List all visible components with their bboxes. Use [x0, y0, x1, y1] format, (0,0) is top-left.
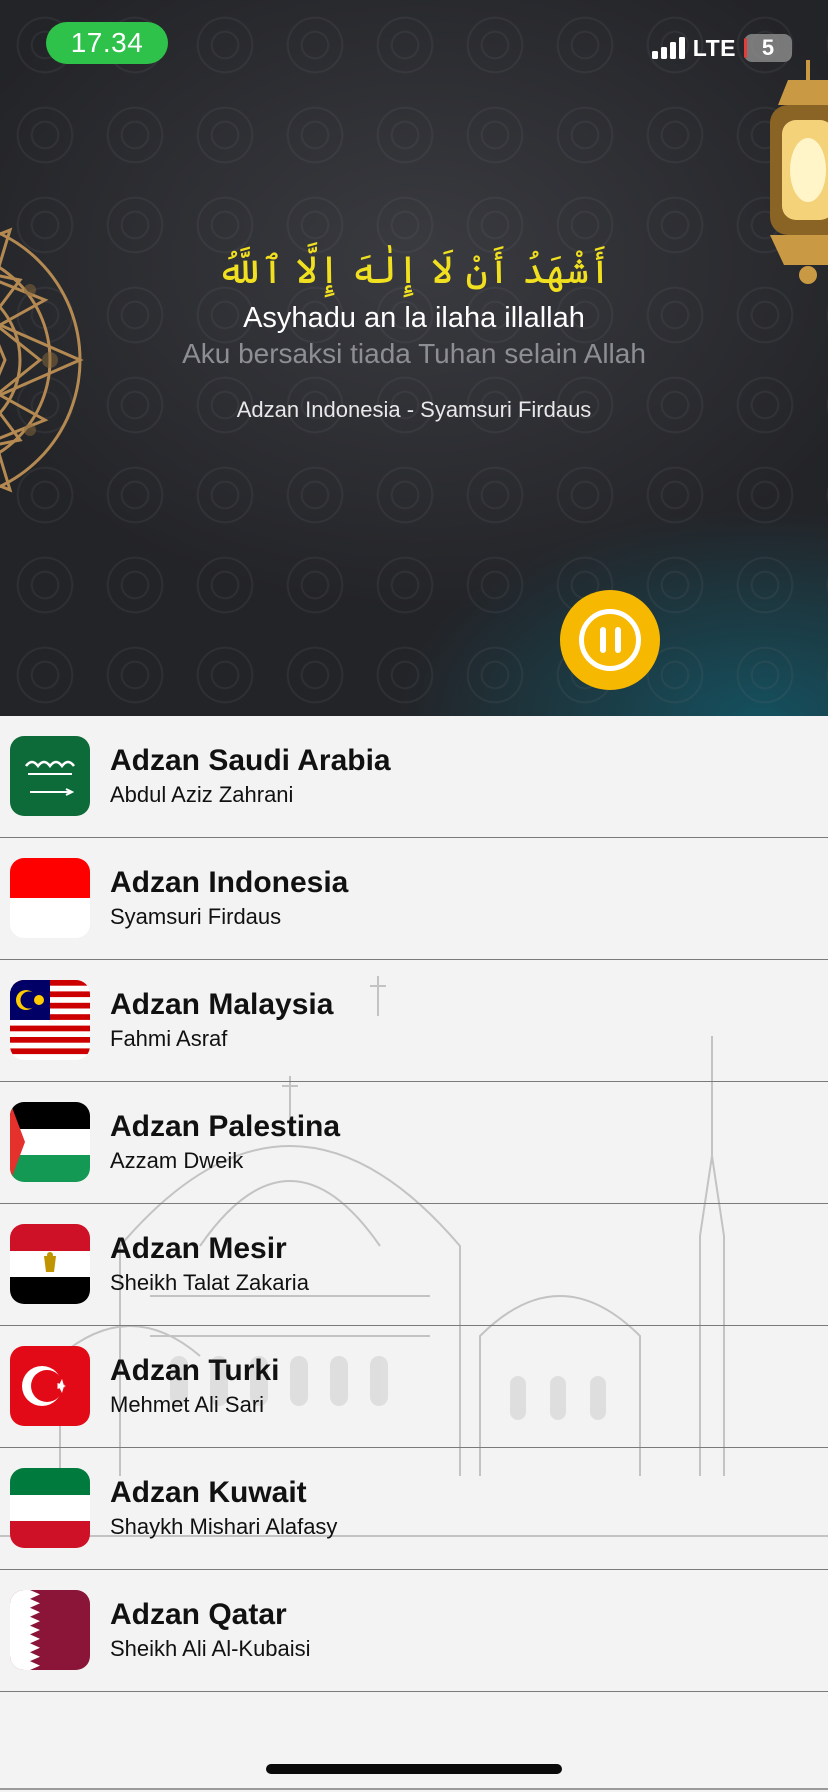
- reciter-name: Sheikh Talat Zakaria: [110, 1270, 309, 1295]
- reciter-name: Shaykh Mishari Alafasy: [110, 1514, 338, 1539]
- adzan-item-kuwait[interactable]: Adzan Kuwait Shaykh Mishari Alafasy: [0, 1448, 828, 1570]
- reciter-name: Abdul Aziz Zahrani: [110, 782, 294, 807]
- reciter-name: Azzam Dweik: [110, 1148, 244, 1173]
- pause-button[interactable]: [560, 590, 660, 690]
- transliteration-lyric: Asyhadu an la ilaha illallah: [243, 302, 585, 334]
- adzan-title: Adzan Mesir: [110, 1232, 287, 1265]
- reciter-name: Sheikh Ali Al-Kubaisi: [110, 1636, 311, 1661]
- translation-lyric: Aku bersaksi tiada Tuhan selain Allah: [182, 338, 646, 369]
- reciter-name: Fahmi Asraf: [110, 1026, 228, 1051]
- kuwait-flag-icon: [10, 1468, 90, 1548]
- adzan-title: Adzan Malaysia: [110, 988, 334, 1021]
- now-playing-panel: 17.34 LTE 5 أَشْهَدُ أَنْ لَا إِلٰهَ إِل…: [0, 0, 828, 716]
- egypt-flag-icon: [10, 1224, 90, 1304]
- turkey-flag-icon: [10, 1346, 90, 1426]
- palestine-flag-icon: [10, 1102, 90, 1182]
- adzan-title: Adzan Indonesia: [110, 866, 349, 899]
- status-time: 17.34: [46, 22, 168, 64]
- now-playing-title: Adzan Indonesia - Syamsuri Firdaus: [236, 397, 592, 422]
- reciter-name: Mehmet Ali Sari: [110, 1392, 265, 1417]
- indonesia-flag-icon: [10, 858, 90, 938]
- arabic-lyric: أَشْهَدُ أَنْ لَا إِلٰهَ إِلَّا ٱللَّهُ: [216, 248, 612, 292]
- adzan-title: Adzan Qatar: [110, 1598, 287, 1631]
- network-type: LTE: [692, 34, 736, 61]
- battery-icon: 5: [744, 34, 792, 62]
- adzan-list-area: Adzan Saudi Arabia Abdul Aziz Zahrani Ad…: [0, 716, 828, 1792]
- adzan-item-egypt[interactable]: Adzan Mesir Sheikh Talat Zakaria: [0, 1204, 828, 1326]
- adzan-item-qatar[interactable]: Adzan Qatar Sheikh Ali Al-Kubaisi: [0, 1570, 828, 1692]
- adzan-item-saudi-arabia[interactable]: Adzan Saudi Arabia Abdul Aziz Zahrani: [0, 716, 828, 838]
- qatar-flag-icon: [10, 1590, 90, 1670]
- bottom-divider: [0, 1788, 828, 1790]
- adzan-item-palestine[interactable]: Adzan Palestina Azzam Dweik: [0, 1082, 828, 1204]
- adzan-title: Adzan Saudi Arabia: [110, 744, 391, 777]
- saudi-arabia-flag-icon: [10, 736, 90, 816]
- adzan-item-malaysia[interactable]: Adzan Malaysia Fahmi Asraf: [0, 960, 828, 1082]
- signal-strength-icon: [651, 37, 685, 59]
- reciter-name: Syamsuri Firdaus: [110, 904, 282, 929]
- home-indicator[interactable]: [266, 1764, 562, 1774]
- adzan-title: Adzan Palestina: [110, 1110, 341, 1143]
- malaysia-flag-icon: [10, 980, 90, 1060]
- adzan-item-turkey[interactable]: Adzan Turki Mehmet Ali Sari: [0, 1326, 828, 1448]
- adzan-title: Adzan Turki: [110, 1354, 280, 1387]
- adzan-item-indonesia[interactable]: Adzan Indonesia Syamsuri Firdaus: [0, 838, 828, 960]
- battery-level: 5: [761, 35, 775, 60]
- adzan-title: Adzan Kuwait: [110, 1476, 307, 1509]
- adzan-list: Adzan Saudi Arabia Abdul Aziz Zahrani Ad…: [0, 716, 828, 1692]
- pause-icon: [579, 609, 641, 671]
- status-indicators: LTE 5: [651, 34, 792, 62]
